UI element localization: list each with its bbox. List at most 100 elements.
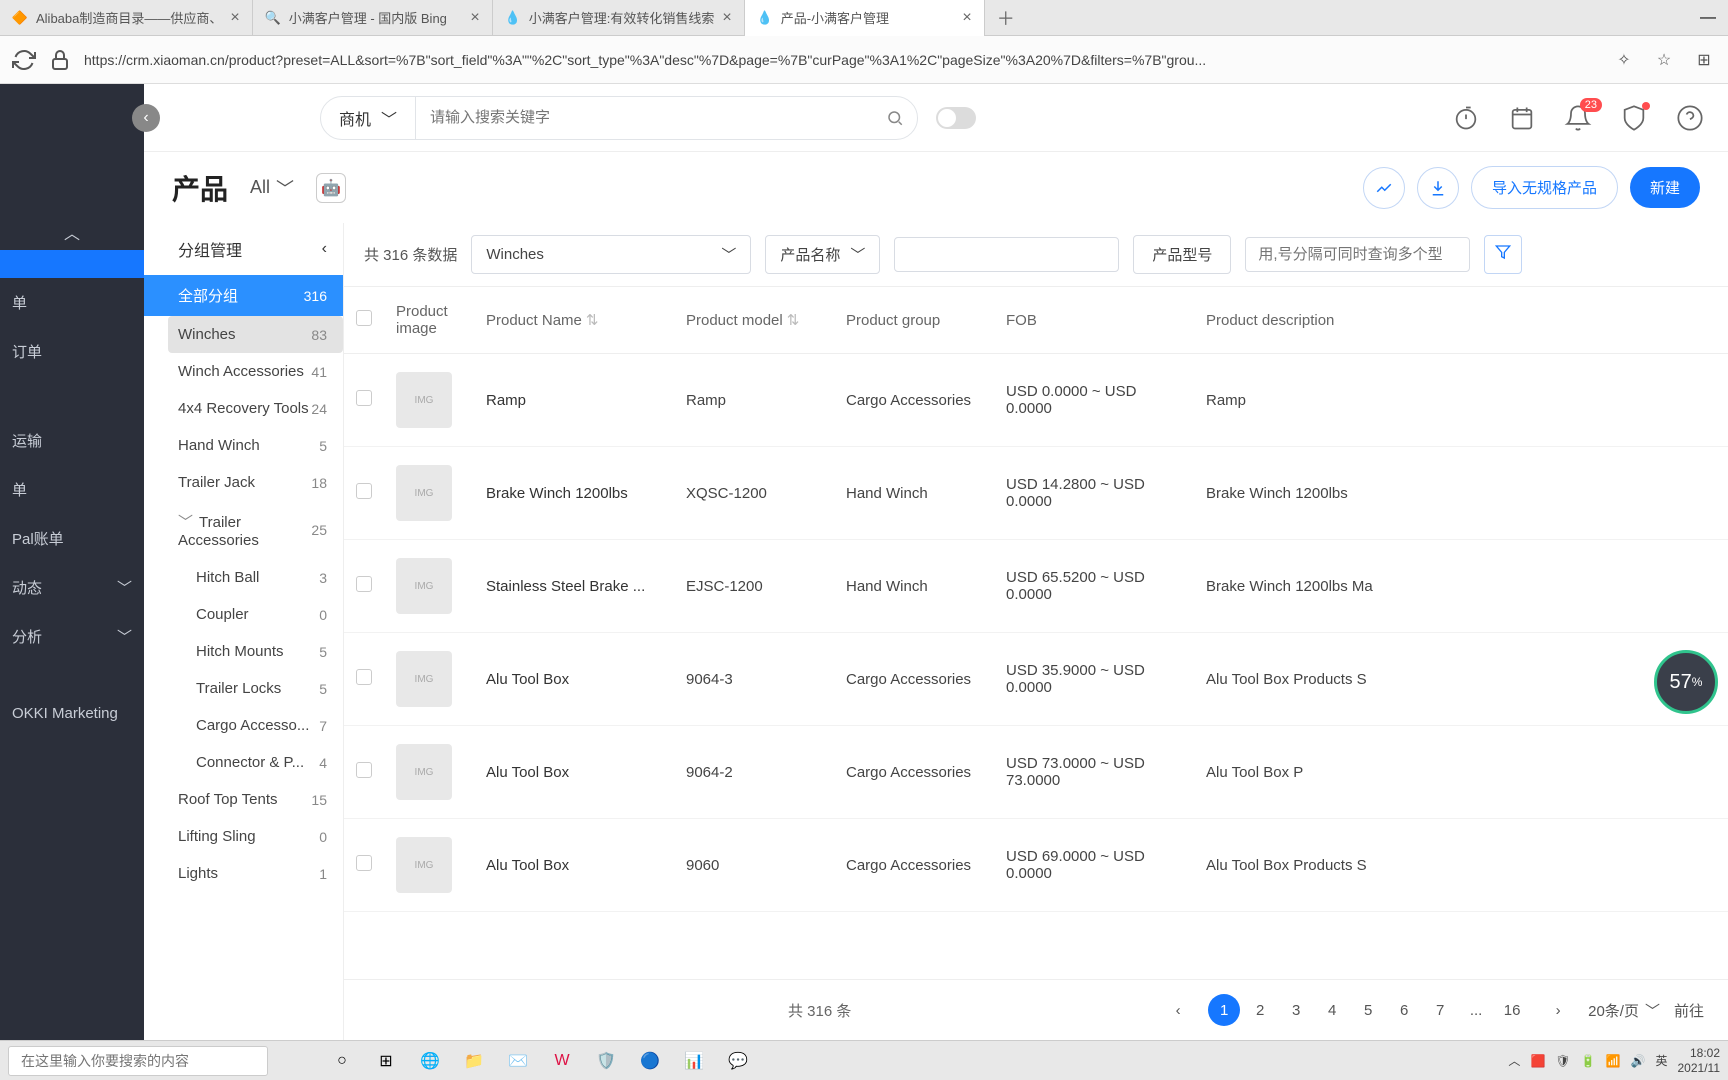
row-checkbox[interactable] (356, 576, 372, 592)
toggle-switch[interactable] (936, 107, 976, 129)
close-icon[interactable]: × (470, 9, 479, 27)
sort-icon[interactable]: ⇅ (787, 312, 800, 329)
group-subitem[interactable]: Coupler0 (196, 596, 343, 633)
sort-icon[interactable]: ⇅ (586, 312, 599, 329)
page-number[interactable]: 1 (1208, 994, 1240, 1026)
browser-tab-1[interactable]: 🔍 小满客户管理 - 国内版 Bing × (253, 0, 493, 36)
page-number[interactable]: 4 (1316, 994, 1348, 1026)
tray-wifi[interactable]: 📶 (1606, 1054, 1621, 1068)
sidebar-item-marketing[interactable]: OKKI Marketing (0, 691, 144, 736)
group-item-winches[interactable]: Winches83 (168, 316, 343, 353)
timer-icon[interactable] (1452, 104, 1480, 132)
download-button[interactable] (1417, 167, 1459, 209)
create-button[interactable]: 新建 (1630, 167, 1700, 208)
sidebar-item[interactable]: 动态﹀ (0, 563, 144, 612)
row-checkbox[interactable] (356, 669, 372, 685)
browser-tab-2[interactable]: 💧 小满客户管理:有效转化销售线索 × (493, 0, 745, 36)
close-icon[interactable]: × (230, 9, 239, 27)
group-subitem[interactable]: Trailer Locks5 (196, 670, 343, 707)
page-number[interactable]: 2 (1244, 994, 1276, 1026)
group-filter-select[interactable]: Winches﹀ (471, 235, 751, 274)
table-row[interactable]: IMG Alu Tool Box 9064-2 Cargo Accessorie… (344, 726, 1728, 819)
page-number[interactable]: 5 (1352, 994, 1384, 1026)
group-subitem[interactable]: Cargo Accesso...7 (196, 707, 343, 744)
refresh-icon[interactable] (12, 48, 36, 72)
windows-search[interactable] (8, 1046, 268, 1076)
calendar-icon[interactable] (1508, 104, 1536, 132)
table-row[interactable]: IMG Alu Tool Box 9060 Cargo Accessories … (344, 819, 1728, 912)
sidebar-item-active[interactable] (0, 250, 144, 278)
bot-icon[interactable]: 🤖 (316, 173, 346, 203)
prev-page[interactable]: ‹ (1162, 994, 1194, 1026)
favorites-icon[interactable]: ☆ (1652, 48, 1676, 72)
table-row[interactable]: IMG Alu Tool Box 9064-3 Cargo Accessorie… (344, 633, 1728, 726)
edge-icon[interactable]: 🌐 (412, 1043, 448, 1079)
minimize-icon[interactable]: — (1700, 9, 1716, 27)
table-row[interactable]: IMG Ramp Ramp Cargo Accessories USD 0.00… (344, 354, 1728, 447)
collapse-panel-icon[interactable]: ‹ (322, 240, 327, 258)
tray-lang[interactable]: 英 (1655, 1052, 1667, 1069)
collapse-sidebar-button[interactable]: ‹ (132, 104, 160, 132)
search-input[interactable] (416, 109, 873, 126)
close-icon[interactable]: × (962, 9, 971, 27)
app-icon-2[interactable]: 📊 (676, 1043, 712, 1079)
select-all-checkbox[interactable] (356, 310, 372, 326)
row-checkbox[interactable] (356, 762, 372, 778)
search-icon[interactable] (873, 109, 917, 127)
sidebar-item[interactable]: 单 (0, 465, 144, 514)
sidebar-item[interactable]: 订单 (0, 327, 144, 376)
col-name[interactable]: Product Name⇅ (474, 287, 674, 354)
app-icon[interactable]: 🔵 (632, 1043, 668, 1079)
search-category-select[interactable]: 商机 ﹀ (321, 97, 416, 139)
tray-icon[interactable]: 🔋 (1581, 1054, 1596, 1068)
clock[interactable]: 18:02 2021/11 (1678, 1046, 1721, 1075)
group-item[interactable]: Lights1 (178, 855, 343, 892)
explorer-icon[interactable]: 📁 (456, 1043, 492, 1079)
name-sort-select[interactable]: 产品名称﹀ (765, 235, 880, 274)
cortana-icon[interactable]: ○ (324, 1043, 360, 1079)
progress-meter[interactable]: 57% (1654, 650, 1718, 714)
row-checkbox[interactable] (356, 483, 372, 499)
group-subitem[interactable]: Connector & P...4 (196, 744, 343, 781)
table-row[interactable]: IMG Stainless Steel Brake ... EJSC-1200 … (344, 540, 1728, 633)
group-item-trailer-acc[interactable]: ﹀Trailer Accessories 25 (178, 501, 343, 559)
browser-tab-0[interactable]: 🔶 Alibaba制造商目录——供应商、 × (0, 0, 253, 36)
close-icon[interactable]: × (722, 9, 731, 27)
sidebar-item[interactable]: 单 (0, 278, 144, 327)
name-search-input[interactable] (894, 237, 1119, 272)
filter-icon[interactable] (1484, 235, 1522, 274)
page-number[interactable]: 6 (1388, 994, 1420, 1026)
group-item[interactable]: 4x4 Recovery Tools24 (178, 390, 343, 427)
row-checkbox[interactable] (356, 390, 372, 406)
row-checkbox[interactable] (356, 855, 372, 871)
model-search-input[interactable] (1245, 237, 1470, 272)
wps-icon[interactable]: W (544, 1043, 580, 1079)
filter-dropdown[interactable]: All ﹀ (250, 175, 294, 201)
page-number[interactable]: 16 (1496, 994, 1528, 1026)
sidebar-item[interactable]: 运输 (0, 416, 144, 465)
reader-icon[interactable]: ✧ (1612, 48, 1636, 72)
model-button[interactable]: 产品型号 (1133, 235, 1231, 274)
group-item[interactable]: Trailer Jack18 (178, 464, 343, 501)
browser-tab-3[interactable]: 💧 产品-小满客户管理 × (745, 0, 985, 36)
col-model[interactable]: Product model⇅ (674, 287, 834, 354)
group-item[interactable]: Hand Winch5 (178, 427, 343, 464)
page-number[interactable]: ... (1460, 994, 1492, 1026)
chart-button[interactable] (1363, 167, 1405, 209)
group-item[interactable]: Winch Accessories41 (178, 353, 343, 390)
group-subitem[interactable]: Hitch Mounts5 (196, 633, 343, 670)
shield-icon[interactable] (1620, 104, 1648, 132)
group-subitem[interactable]: Hitch Ball3 (196, 559, 343, 596)
tray-icon[interactable]: 🛡 (1555, 1054, 1570, 1068)
url-text[interactable]: https://crm.xiaoman.cn/product?preset=AL… (84, 52, 1600, 68)
notification-icon[interactable]: 23 (1564, 104, 1592, 132)
next-page[interactable]: › (1542, 994, 1574, 1026)
table-row[interactable]: IMG Brake Winch 1200lbs XQSC-1200 Hand W… (344, 447, 1728, 540)
page-number[interactable]: 3 (1280, 994, 1312, 1026)
group-item[interactable]: Roof Top Tents15 (178, 781, 343, 818)
sidebar-item[interactable]: Pal账单 (0, 514, 144, 563)
sidebar-item[interactable]: 分析﹀ (0, 612, 144, 661)
help-icon[interactable] (1676, 104, 1704, 132)
page-number[interactable]: 7 (1424, 994, 1456, 1026)
group-all[interactable]: 全部分组316 (144, 275, 343, 316)
